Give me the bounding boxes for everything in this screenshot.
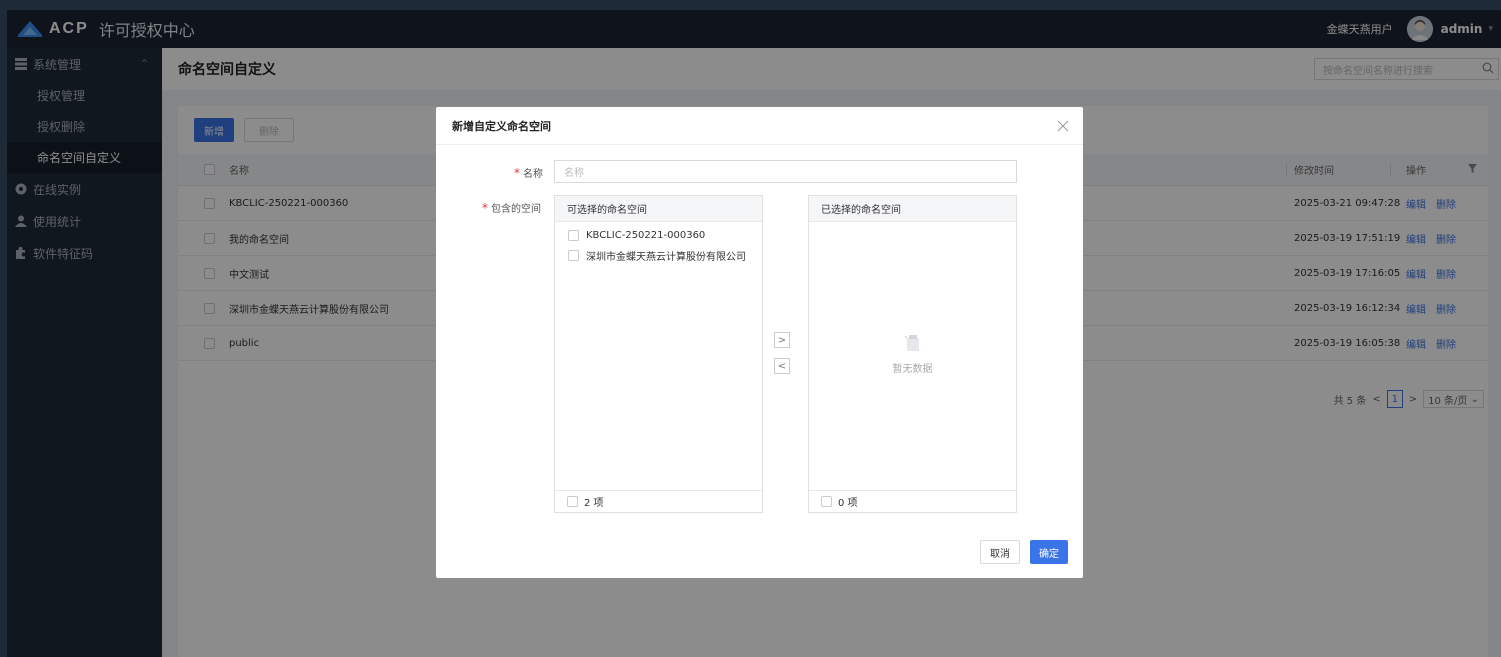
item-checkbox[interactable] <box>568 229 579 241</box>
list-item[interactable]: KBCLIC-250221-000360 <box>555 225 762 245</box>
available-panel-footer: 2 项 <box>555 490 762 512</box>
dialog-header: 新增自定义命名空间 <box>436 107 1083 145</box>
name-placeholder: 名称 <box>564 168 584 179</box>
cancel-button[interactable]: 取消 <box>980 540 1020 564</box>
empty-text: 暂无数据 <box>892 364 933 375</box>
list-item[interactable]: 深圳市金蝶天燕云计算股份有限公司 <box>555 245 762 265</box>
item-label: KBCLIC-250221-000360 <box>586 229 706 241</box>
create-namespace-dialog: 新增自定义命名空间 * 名称 名称 * 包含的空间 可选择的命名空间 KBCLI… <box>436 107 1083 578</box>
item-checkbox[interactable] <box>568 249 579 261</box>
name-input[interactable]: 名称 <box>554 160 1017 183</box>
close-icon[interactable] <box>1057 120 1069 132</box>
selected-panel-title: 已选择的命名空间 <box>809 196 1016 222</box>
dialog-footer: 取消 确定 <box>980 540 1068 564</box>
include-label: 包含的空间 <box>491 204 541 215</box>
item-label: 深圳市金蝶天燕云计算股份有限公司 <box>586 251 746 263</box>
move-right-button[interactable]: > <box>774 332 790 348</box>
select-all-available-checkbox[interactable] <box>567 496 578 507</box>
empty-state: 暂无数据 <box>809 332 1016 375</box>
selected-panel-footer: 0 项 <box>809 490 1016 512</box>
empty-box-icon <box>904 335 919 351</box>
available-panel-title: 可选择的命名空间 <box>555 196 762 222</box>
dialog-title: 新增自定义命名空间 <box>452 119 551 133</box>
name-label: 名称 <box>523 169 543 180</box>
selected-count: 0 项 <box>838 498 858 509</box>
required-mark: * <box>482 200 488 215</box>
available-count: 2 项 <box>584 498 604 509</box>
selected-namespaces-panel: 已选择的命名空间 暂无数据 0 项 <box>808 195 1017 513</box>
select-all-selected-checkbox[interactable] <box>821 496 832 507</box>
available-namespaces-panel: 可选择的命名空间 KBCLIC-250221-000360 深圳市金蝶天燕云计算… <box>554 195 763 513</box>
move-left-button[interactable]: < <box>774 358 790 374</box>
required-mark: * <box>514 165 520 180</box>
confirm-button[interactable]: 确定 <box>1030 540 1068 564</box>
name-field-label: * 名称 <box>514 165 543 181</box>
include-field-label: * 包含的空间 <box>482 200 541 216</box>
